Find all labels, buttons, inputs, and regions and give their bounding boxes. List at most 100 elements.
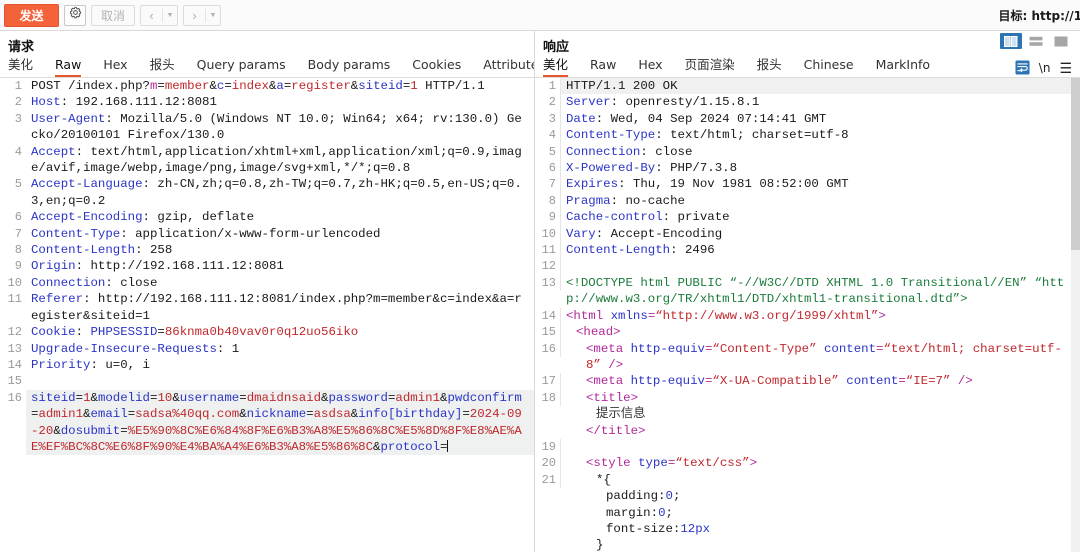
code-line: 19: [535, 438, 1080, 456]
response-pane: 响应 美化 Raw Hex 页面渲染 报头 Chinese MarkInfo \…: [534, 31, 1080, 552]
line-text: Expires: Thu, 19 Nov 1981 08:52:00 GMT: [561, 176, 1080, 192]
request-pane-title: 请求: [8, 40, 35, 55]
tab-response-beautify[interactable]: 美化: [543, 57, 569, 77]
token-plain: : Thu, 19 Nov 1981 08:52:00 GMT: [618, 177, 849, 192]
line-number: 15: [7, 374, 22, 389]
http-interceptor-window: 发送 取消 ‹ ▼ › ▼ 目标: http://1 请求 美化 Raw Hex…: [0, 0, 1080, 552]
request-code-body[interactable]: 1 POST /index.php?m=member&c=index&a=regi…: [0, 78, 534, 456]
response-vertical-scrollbar[interactable]: [1071, 78, 1080, 552]
forward-button-group[interactable]: › ▼: [183, 4, 221, 26]
token-hdr: Content-Length: [566, 243, 671, 258]
text-cursor: [447, 439, 449, 452]
token-hdr: Host: [31, 95, 61, 110]
response-newline-toggle[interactable]: \n: [1039, 61, 1051, 75]
token-key: PHPSESSID: [90, 325, 158, 340]
tab-request-raw[interactable]: Raw: [55, 57, 82, 77]
line-text: Content-Type: application/x-www-form-url…: [26, 226, 534, 242]
tab-request-headers[interactable]: 报头: [150, 57, 175, 77]
line-text: [561, 439, 1080, 455]
target-url-label: 目标: http://1: [998, 8, 1080, 23]
token-hdr: Cookie: [31, 325, 76, 340]
tab-response-render[interactable]: 页面渲染: [685, 57, 735, 77]
code-line: padding:0;: [535, 488, 1080, 504]
token-val: 1: [410, 79, 418, 93]
split-horizontal-view-button[interactable]: [1025, 33, 1047, 49]
token-cssv: 0: [665, 489, 673, 504]
scrollbar-thumb[interactable]: [1071, 78, 1080, 250]
code-line: 11 Referer: http://192.168.111.12:8081/in…: [0, 291, 534, 324]
response-hamburger-menu-icon[interactable]: ☰: [1059, 61, 1072, 75]
chevron-right-icon[interactable]: ›: [184, 6, 205, 25]
token-hdr: Priority: [31, 357, 91, 372]
token-cssv: 12px: [680, 521, 711, 536]
token-plain: : http://192.168.111.12:8081: [75, 259, 284, 274]
line-number: 2: [14, 95, 22, 110]
token-str: “text/css”: [675, 456, 750, 471]
tab-request-hex[interactable]: Hex: [103, 57, 127, 77]
split-vertical-view-button[interactable]: [1000, 33, 1022, 49]
line-text: <meta http-equiv = “X-UA-Compatible” conte…: [561, 373, 1080, 389]
token-plain: : 258: [135, 243, 173, 258]
token-hdr: Server: [566, 95, 611, 110]
line-number: 18: [535, 389, 561, 407]
line-number: 2: [535, 94, 561, 111]
token-plain: &: [90, 390, 98, 405]
line-number: 16: [535, 340, 561, 357]
request-editor[interactable]: 1 POST /index.php?m=member&c=index&a=regi…: [0, 78, 534, 552]
single-pane-view-button[interactable]: [1050, 33, 1072, 49]
token-plain: &: [239, 407, 247, 422]
forward-history-chevron-down-icon[interactable]: ▼: [206, 6, 220, 25]
token-plain: : openresty/1.15.8.1: [610, 95, 760, 110]
tab-response-chinese[interactable]: Chinese: [804, 57, 854, 77]
token-val: sadsa%40qq.com: [135, 407, 240, 422]
response-code-body[interactable]: 1 HTTP/1.1 200 OK 2 Server: openresty/1.15.…: [535, 78, 1080, 552]
cancel-button[interactable]: 取消: [91, 4, 135, 26]
code-line: 20 <style type=“text/css”>: [535, 455, 1080, 472]
tab-request-query-params[interactable]: Query params: [197, 57, 286, 77]
tab-response-headers[interactable]: 报头: [757, 57, 782, 77]
token-hdr: Pragma: [566, 193, 611, 208]
token-plain: =: [224, 79, 232, 93]
send-button[interactable]: 发送: [4, 3, 59, 27]
code-line: margin:0;: [535, 505, 1080, 521]
line-text: Cookie: PHPSESSID=86knma0b40vav0r0q12uo5…: [26, 324, 534, 340]
tab-response-raw[interactable]: Raw: [590, 57, 616, 77]
code-line: 8 Content-Length: 258: [0, 242, 534, 258]
token-plain: :: [75, 325, 91, 340]
settings-button[interactable]: [64, 4, 86, 26]
token-hdr: Content-Type: [31, 226, 121, 241]
tab-response-markinfo[interactable]: MarkInfo: [876, 57, 930, 77]
chevron-left-icon[interactable]: ‹: [141, 6, 162, 25]
token-key: modelid: [97, 390, 150, 405]
line-number: 10: [535, 225, 561, 243]
code-line: 7 Content-Type: application/x-www-form-ur…: [0, 226, 534, 242]
tab-request-beautify[interactable]: 美化: [8, 57, 33, 77]
back-button-group[interactable]: ‹ ▼: [140, 4, 178, 26]
token-cn: 提示信息: [596, 407, 646, 422]
code-line: font-size:12px: [535, 521, 1080, 537]
response-editor[interactable]: 1 HTTP/1.1 200 OK 2 Server: openresty/1.15.…: [535, 78, 1080, 552]
code-line: 6 X-Powered-By: PHP/7.3.8: [535, 160, 1080, 177]
token-hdr: User-Agent: [31, 111, 106, 126]
token-tag: =: [898, 374, 906, 389]
token-tag: >: [749, 456, 758, 471]
back-history-chevron-down-icon[interactable]: ▼: [163, 6, 177, 25]
code-line: 7 Expires: Thu, 19 Nov 1981 08:52:00 GMT: [535, 176, 1080, 193]
token-val: 10: [157, 390, 173, 405]
token-plain: : Accept-Encoding: [595, 226, 723, 241]
token-doc: <!DOCTYPE html PUBLIC “-//W3C//DTD XHTML…: [566, 275, 1065, 307]
response-tab-tools: \n ☰: [1015, 60, 1080, 77]
line-text: </title>: [561, 423, 1080, 439]
line-text: Pragma: no-cache: [561, 193, 1080, 209]
tab-response-hex[interactable]: Hex: [638, 57, 662, 77]
line-text: }: [561, 537, 1080, 552]
line-text: Host: 192.168.111.12:8081: [26, 94, 534, 110]
line-text: <head>: [561, 324, 1080, 340]
response-word-wrap-icon[interactable]: [1015, 60, 1030, 75]
token-tag: />: [950, 374, 973, 389]
token-tag: <meta: [586, 374, 631, 389]
token-val: admin1: [38, 407, 84, 422]
tab-request-cookies[interactable]: Cookies: [412, 57, 461, 77]
tab-request-body-params[interactable]: Body params: [308, 57, 391, 77]
token-val: admin1: [395, 390, 441, 405]
